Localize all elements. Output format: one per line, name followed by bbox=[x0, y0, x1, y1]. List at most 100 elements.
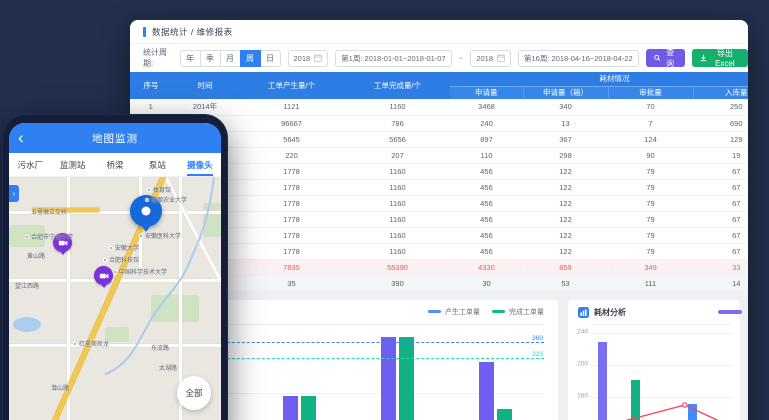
period-option-日[interactable]: 日 bbox=[260, 50, 281, 67]
map-expand-toggle[interactable]: › bbox=[9, 185, 19, 202]
legend-item[interactable]: 产生工单量 bbox=[428, 307, 480, 317]
export-excel-button[interactable]: 导出Excel bbox=[692, 49, 748, 67]
start-year-value: 2018 bbox=[294, 54, 311, 63]
table-cell: 456 bbox=[450, 195, 523, 211]
avg-cell: 14 bbox=[693, 275, 748, 291]
map-label: 安徽医科大学 bbox=[139, 231, 181, 240]
column-header: 工单完成量/个 bbox=[345, 72, 450, 99]
end-year-picker[interactable]: 2018 bbox=[470, 50, 511, 67]
map-label: 黄山路 bbox=[27, 251, 45, 260]
download-icon bbox=[700, 54, 707, 62]
bar-产生工单量[interactable] bbox=[381, 337, 396, 420]
table-cell: 7 bbox=[608, 115, 693, 131]
table-cell: 1778 bbox=[238, 179, 345, 195]
map-label: 安徽农业大学 bbox=[145, 195, 187, 204]
search-button[interactable]: 查询 bbox=[646, 49, 685, 67]
bar-完成工单量[interactable] bbox=[301, 396, 316, 420]
table-cell: 79 bbox=[608, 163, 693, 179]
table-cell: 340 bbox=[523, 99, 608, 115]
total-cell: 4330 bbox=[450, 259, 523, 275]
phone-screen: ‹ 地图监测 污水厂监测站桥梁泵站摄像头 › bbox=[9, 123, 221, 420]
table-cell: 1778 bbox=[238, 195, 345, 211]
table-cell: 5656 bbox=[345, 131, 450, 147]
table-cell: 1778 bbox=[238, 243, 345, 259]
table-cell: 456 bbox=[450, 163, 523, 179]
bar-chart-icon bbox=[578, 307, 589, 318]
poi-dot bbox=[145, 198, 149, 202]
table-cell: 13 bbox=[523, 115, 608, 131]
sub-column-header: 入库量 bbox=[693, 86, 748, 99]
calendar-icon bbox=[497, 54, 505, 62]
table-cell: 67 bbox=[693, 179, 748, 195]
search-icon bbox=[654, 54, 661, 62]
table-cell: 1778 bbox=[238, 227, 345, 243]
back-chevron-icon[interactable]: ‹ bbox=[18, 125, 24, 151]
phone-tab-桥梁[interactable]: 桥梁 bbox=[94, 153, 136, 176]
period-option-季[interactable]: 季 bbox=[200, 50, 221, 67]
legend-item[interactable]: 完成工单量 bbox=[492, 307, 544, 317]
start-year-picker[interactable]: 2018 bbox=[288, 50, 329, 67]
camera-icon bbox=[99, 271, 109, 281]
breadcrumb: 数据统计 / 维修报表 bbox=[130, 20, 748, 44]
period-option-月[interactable]: 月 bbox=[220, 50, 241, 67]
phone-app-header: ‹ 地图监测 bbox=[9, 123, 221, 153]
table-cell: 124 bbox=[608, 131, 693, 147]
table-cell: 3468 bbox=[450, 99, 523, 115]
show-all-button[interactable]: 全部 bbox=[177, 376, 211, 410]
table-header-row: 序号时间工单产生量/个工单完成量/个耗材情况 bbox=[130, 72, 748, 86]
avg-cell: 53 bbox=[523, 275, 608, 291]
phone-page-title: 地图监测 bbox=[92, 131, 138, 146]
phone-tab-监测站[interactable]: 监测站 bbox=[51, 153, 93, 176]
phone-tab-泵站[interactable]: 泵站 bbox=[136, 153, 178, 176]
bar-完成工单量[interactable] bbox=[497, 409, 512, 420]
bar-group bbox=[348, 325, 446, 420]
table-cell: 250 bbox=[693, 99, 748, 115]
poi-dot bbox=[103, 258, 107, 262]
table-row[interactable]: 12014年11211160346834070250 bbox=[130, 99, 748, 115]
table-cell: 786 bbox=[345, 115, 450, 131]
map-label: 红星美凯龙 bbox=[73, 339, 109, 348]
end-week-input[interactable]: 第16周: 2018-04-16~2018-04-22 bbox=[518, 50, 639, 67]
table-cell: 1160 bbox=[345, 243, 450, 259]
phone-tab-污水厂[interactable]: 污水厂 bbox=[9, 153, 51, 176]
period-option-周[interactable]: 周 bbox=[240, 50, 261, 67]
column-header: 序号 bbox=[130, 72, 172, 99]
total-cell: 349 bbox=[608, 259, 693, 275]
table-cell: 1160 bbox=[345, 99, 450, 115]
bar-产生工单量[interactable] bbox=[283, 396, 298, 420]
table-cell: 207 bbox=[345, 147, 450, 163]
phone-tab-摄像头[interactable]: 摄像头 bbox=[179, 153, 221, 176]
sub-column-header: 申请量 bbox=[450, 86, 523, 99]
table-cell: 96667 bbox=[238, 115, 345, 131]
table-cell: 1160 bbox=[345, 195, 450, 211]
filter-bar: 统计周期: 年季月周日 2018 第1周: 2018-01-01~2018-01… bbox=[130, 44, 748, 72]
table-cell: 129 bbox=[693, 131, 748, 147]
table-cell: 70 bbox=[608, 99, 693, 115]
table-cell: 79 bbox=[608, 179, 693, 195]
bar-完成工单量[interactable] bbox=[399, 337, 414, 420]
table-cell: 1121 bbox=[238, 99, 345, 115]
table-cell: 5645 bbox=[238, 131, 345, 147]
table-cell: 67 bbox=[693, 163, 748, 179]
bar-产生工单量[interactable] bbox=[479, 362, 494, 420]
map-label: 合肥市宁溪小学 bbox=[25, 232, 73, 241]
table-cell: 79 bbox=[608, 195, 693, 211]
avg-cell: 35 bbox=[238, 275, 345, 291]
map-label: 望江西路 bbox=[15, 281, 39, 290]
breadcrumb-accent-bar bbox=[143, 27, 146, 37]
export-button-label: 导出Excel bbox=[710, 48, 740, 68]
bar-group bbox=[250, 325, 348, 420]
table-cell: 122 bbox=[523, 243, 608, 259]
table-cell: 298 bbox=[523, 147, 608, 163]
map-label: 合肥科技馆 bbox=[103, 255, 139, 264]
poi-dot bbox=[25, 235, 29, 239]
period-option-年[interactable]: 年 bbox=[180, 50, 201, 67]
map-label: 太湖路 bbox=[159, 363, 177, 372]
start-week-input[interactable]: 第1周: 2018-01-01~2018-01-07 bbox=[335, 50, 451, 67]
table-cell: 79 bbox=[608, 243, 693, 259]
camera-marker[interactable] bbox=[94, 266, 113, 285]
map-label: 安徽大学 bbox=[109, 243, 139, 252]
map-view[interactable]: › 全部 体育馆安徽农业大学五里墩立交桥合肥市宁溪小学安徽医科大学安徽大学合肥科… bbox=[9, 177, 221, 420]
table-cell: 690 bbox=[693, 115, 748, 131]
table-cell: 456 bbox=[450, 243, 523, 259]
